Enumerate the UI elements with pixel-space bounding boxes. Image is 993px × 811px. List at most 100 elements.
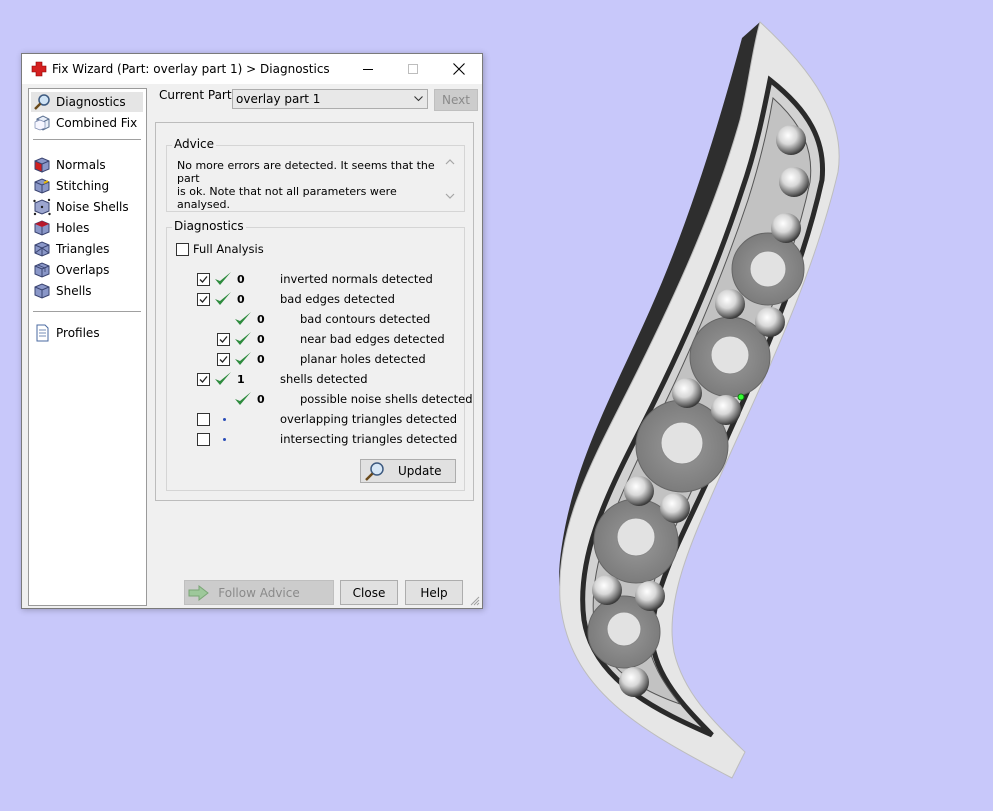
- cube-red-icon: [34, 157, 50, 173]
- checkmark-icon: [219, 356, 228, 363]
- follow-advice-button[interactable]: Follow Advice: [184, 580, 334, 605]
- cube-hole-icon: [34, 220, 50, 236]
- sidebar-item-diagnostics[interactable]: Diagnostics: [31, 92, 143, 112]
- help-button[interactable]: Help: [405, 580, 463, 605]
- red-cross-icon: [31, 61, 47, 77]
- sidebar-item-label: Noise Shells: [56, 200, 129, 214]
- near-bad-edges-checkbox[interactable]: [217, 333, 230, 346]
- sidebar-item-label: Combined Fix: [56, 116, 138, 130]
- sidebar-item-label: Normals: [56, 158, 106, 172]
- near-bad-edges-label: near bad edges detected: [300, 332, 445, 346]
- noise-shells-label: possible noise shells detected: [300, 392, 473, 406]
- pending-dot-icon: [223, 438, 226, 441]
- checkmark-icon: [199, 276, 208, 283]
- follow-advice-label: Follow Advice: [218, 585, 300, 600]
- title-bar[interactable]: Fix Wizard (Part: overlay part 1) > Diag…: [22, 54, 482, 84]
- shells-checkbox[interactable]: [197, 373, 210, 386]
- sidebar-divider: [33, 311, 141, 312]
- planar-holes-checkbox[interactable]: [217, 353, 230, 366]
- cube-wireframe-icon: [34, 115, 50, 131]
- planar-holes-label: planar holes detected: [300, 352, 426, 366]
- advice-scrollbar[interactable]: [443, 157, 457, 201]
- advice-title: Advice: [172, 137, 217, 151]
- shells-label: shells detected: [280, 372, 368, 386]
- sidebar-item-stitching[interactable]: Stitching: [31, 176, 143, 196]
- noise-shells-count: 0: [257, 393, 265, 406]
- bad-edges-checkbox[interactable]: [197, 293, 210, 306]
- intersecting-triangles-checkbox[interactable]: [197, 433, 210, 446]
- sidebar: Diagnostics Combined Fix Normals Stitchi…: [28, 88, 147, 606]
- current-part-label: Current Part:: [159, 88, 236, 102]
- inverted-normals-label: inverted normals detected: [280, 272, 433, 286]
- ok-check-icon: [215, 372, 231, 385]
- cube-overlap-icon: [34, 262, 50, 278]
- inverted-normals-checkbox[interactable]: [197, 273, 210, 286]
- update-button[interactable]: Update: [360, 459, 456, 483]
- checkmark-icon: [199, 296, 208, 303]
- magnifier-icon: [365, 462, 384, 481]
- magnifier-icon: [34, 94, 50, 110]
- update-label: Update: [398, 464, 442, 478]
- sidebar-item-triangles[interactable]: Triangles: [31, 239, 143, 259]
- cube-triangle-icon: [34, 241, 50, 257]
- sidebar-item-shells[interactable]: Shells: [31, 281, 143, 301]
- sidebar-divider: [33, 139, 141, 140]
- minimize-button[interactable]: [346, 54, 390, 84]
- sidebar-item-overlaps[interactable]: Overlaps: [31, 260, 143, 280]
- resize-grip-icon[interactable]: [470, 596, 480, 606]
- sidebar-item-label: Profiles: [56, 326, 100, 340]
- advice-group: Advice No more errors are detected. It s…: [166, 137, 465, 212]
- advice-text: No more errors are detected. It seems th…: [177, 159, 439, 211]
- advice-text-line: No more errors are detected. It seems th…: [177, 159, 435, 185]
- sidebar-item-label: Holes: [56, 221, 90, 235]
- ok-check-icon: [235, 392, 251, 405]
- sidebar-item-label: Diagnostics: [56, 95, 126, 109]
- full-analysis-checkbox[interactable]: [176, 243, 189, 256]
- cube-stitch-icon: [34, 178, 50, 194]
- sidebar-item-noise-shells[interactable]: Noise Shells: [31, 197, 143, 217]
- planar-holes-count: 0: [257, 353, 265, 366]
- sidebar-item-label: Shells: [56, 284, 92, 298]
- maximize-button[interactable]: [391, 54, 435, 84]
- window-title: Fix Wizard (Part: overlay part 1) > Diag…: [52, 62, 330, 76]
- bad-edges-count: 0: [237, 293, 245, 306]
- document-icon: [36, 324, 49, 342]
- ok-check-icon: [215, 272, 231, 285]
- close-window-button[interactable]: [437, 54, 481, 84]
- overlapping-triangles-checkbox[interactable]: [197, 413, 210, 426]
- advice-text-line: is ok. Note that not all parameters were…: [177, 185, 397, 211]
- arrow-right-icon: [188, 585, 209, 601]
- sidebar-item-holes[interactable]: Holes: [31, 218, 143, 238]
- full-analysis-label: Full Analysis: [193, 242, 264, 256]
- sidebar-item-combined-fix[interactable]: Combined Fix: [31, 113, 143, 133]
- bad-contours-label: bad contours detected: [300, 312, 431, 326]
- diagnostics-group: Diagnostics Full Analysis 0 inverted nor…: [166, 219, 473, 491]
- near-bad-edges-count: 0: [257, 333, 265, 346]
- inverted-normals-count: 0: [237, 273, 245, 286]
- cube-blue-icon: [34, 283, 50, 299]
- checkmark-icon: [199, 376, 208, 383]
- checkmark-icon: [219, 336, 228, 343]
- ok-check-icon: [235, 352, 251, 365]
- chevron-down-icon: [414, 96, 423, 102]
- diagnostics-panel: Advice No more errors are detected. It s…: [155, 122, 474, 501]
- fix-wizard-dialog: Fix Wizard (Part: overlay part 1) > Diag…: [21, 53, 483, 609]
- ok-check-icon: [235, 332, 251, 345]
- minimize-icon: [363, 69, 373, 70]
- current-part-value: overlay part 1: [236, 92, 321, 106]
- cube-dots-icon: [33, 198, 51, 216]
- sidebar-item-profiles[interactable]: Profiles: [31, 323, 143, 343]
- shells-count: 1: [237, 373, 245, 386]
- sidebar-item-label: Triangles: [56, 242, 110, 256]
- sidebar-item-label: Stitching: [56, 179, 110, 193]
- close-icon: [453, 63, 465, 75]
- current-part-select[interactable]: overlay part 1: [232, 89, 428, 109]
- ok-check-icon: [215, 292, 231, 305]
- bad-contours-count: 0: [257, 313, 265, 326]
- bad-edges-label: bad edges detected: [280, 292, 395, 306]
- next-button[interactable]: Next: [434, 89, 478, 111]
- close-button[interactable]: Close: [340, 580, 398, 605]
- sidebar-item-normals[interactable]: Normals: [31, 155, 143, 175]
- ok-check-icon: [235, 312, 251, 325]
- intersecting-triangles-label: intersecting triangles detected: [280, 432, 458, 446]
